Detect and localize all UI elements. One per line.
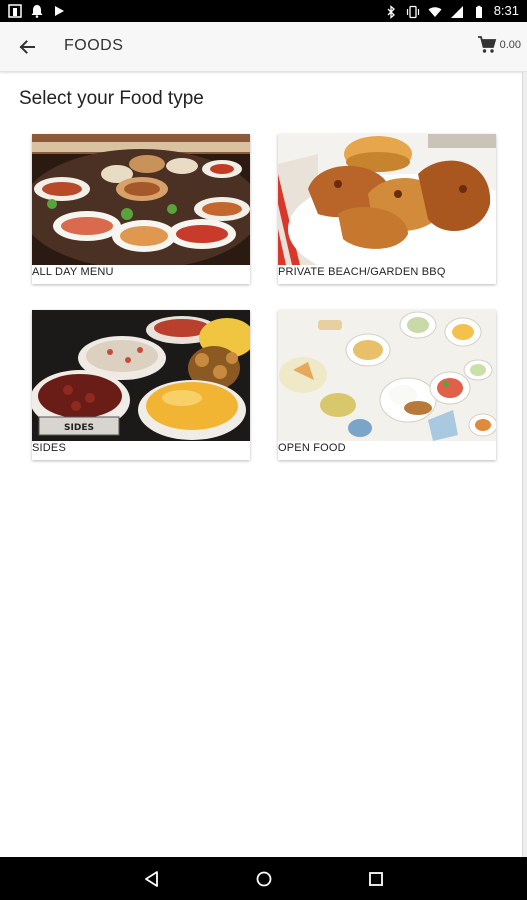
system-nav-bar [0, 857, 527, 900]
category-card-all-day-menu[interactable]: ALL DAY MENU [32, 134, 250, 284]
cart-button[interactable]: 0.00 [477, 35, 521, 55]
app-notification-icon [8, 3, 22, 18]
category-label: PRIVATE BEACH/GARDEN BBQ [278, 266, 446, 278]
back-triangle-icon [145, 871, 158, 887]
bluetooth-icon [384, 4, 398, 19]
category-card-private-beach-garden-bbq[interactable]: PRIVATE BEACH/GARDEN BBQ [278, 134, 496, 284]
cart-total: 0.00 [499, 39, 521, 51]
category-card-sides[interactable]: SIDES SIDES [32, 310, 250, 460]
nav-back-button[interactable] [140, 867, 164, 891]
media-play-icon [52, 3, 66, 17]
notification-bell-icon [30, 3, 44, 18]
back-button[interactable] [12, 33, 42, 61]
open-food-image [278, 310, 496, 441]
battery-icon [472, 4, 486, 18]
vibrate-icon [406, 4, 420, 19]
status-bar: 8:31 [0, 0, 527, 22]
app-bar: FOODS 0.00 [0, 22, 527, 72]
private-beach-garden-bbq-image [278, 134, 496, 265]
shopping-cart-icon [477, 36, 496, 53]
nav-recents-button[interactable] [364, 867, 388, 891]
arrow-left-icon [19, 40, 35, 54]
sides-image-caption: SIDES [64, 423, 94, 433]
recents-square-icon [369, 872, 383, 886]
category-label: ALL DAY MENU [32, 266, 114, 278]
signal-icon [450, 4, 464, 18]
sides-image: SIDES [32, 310, 250, 441]
home-circle-icon [256, 871, 272, 887]
page-title: FOODS [64, 37, 124, 54]
nav-home-button[interactable] [252, 867, 276, 891]
category-label: OPEN FOOD [278, 442, 346, 454]
status-time: 8:31 [493, 3, 519, 18]
category-card-open-food[interactable]: OPEN FOOD [278, 310, 496, 460]
scroll-edge [522, 72, 527, 857]
wifi-icon [428, 4, 442, 18]
all-day-menu-image [32, 134, 250, 265]
category-label: SIDES [32, 442, 67, 454]
section-heading: Select your Food type [19, 88, 204, 109]
